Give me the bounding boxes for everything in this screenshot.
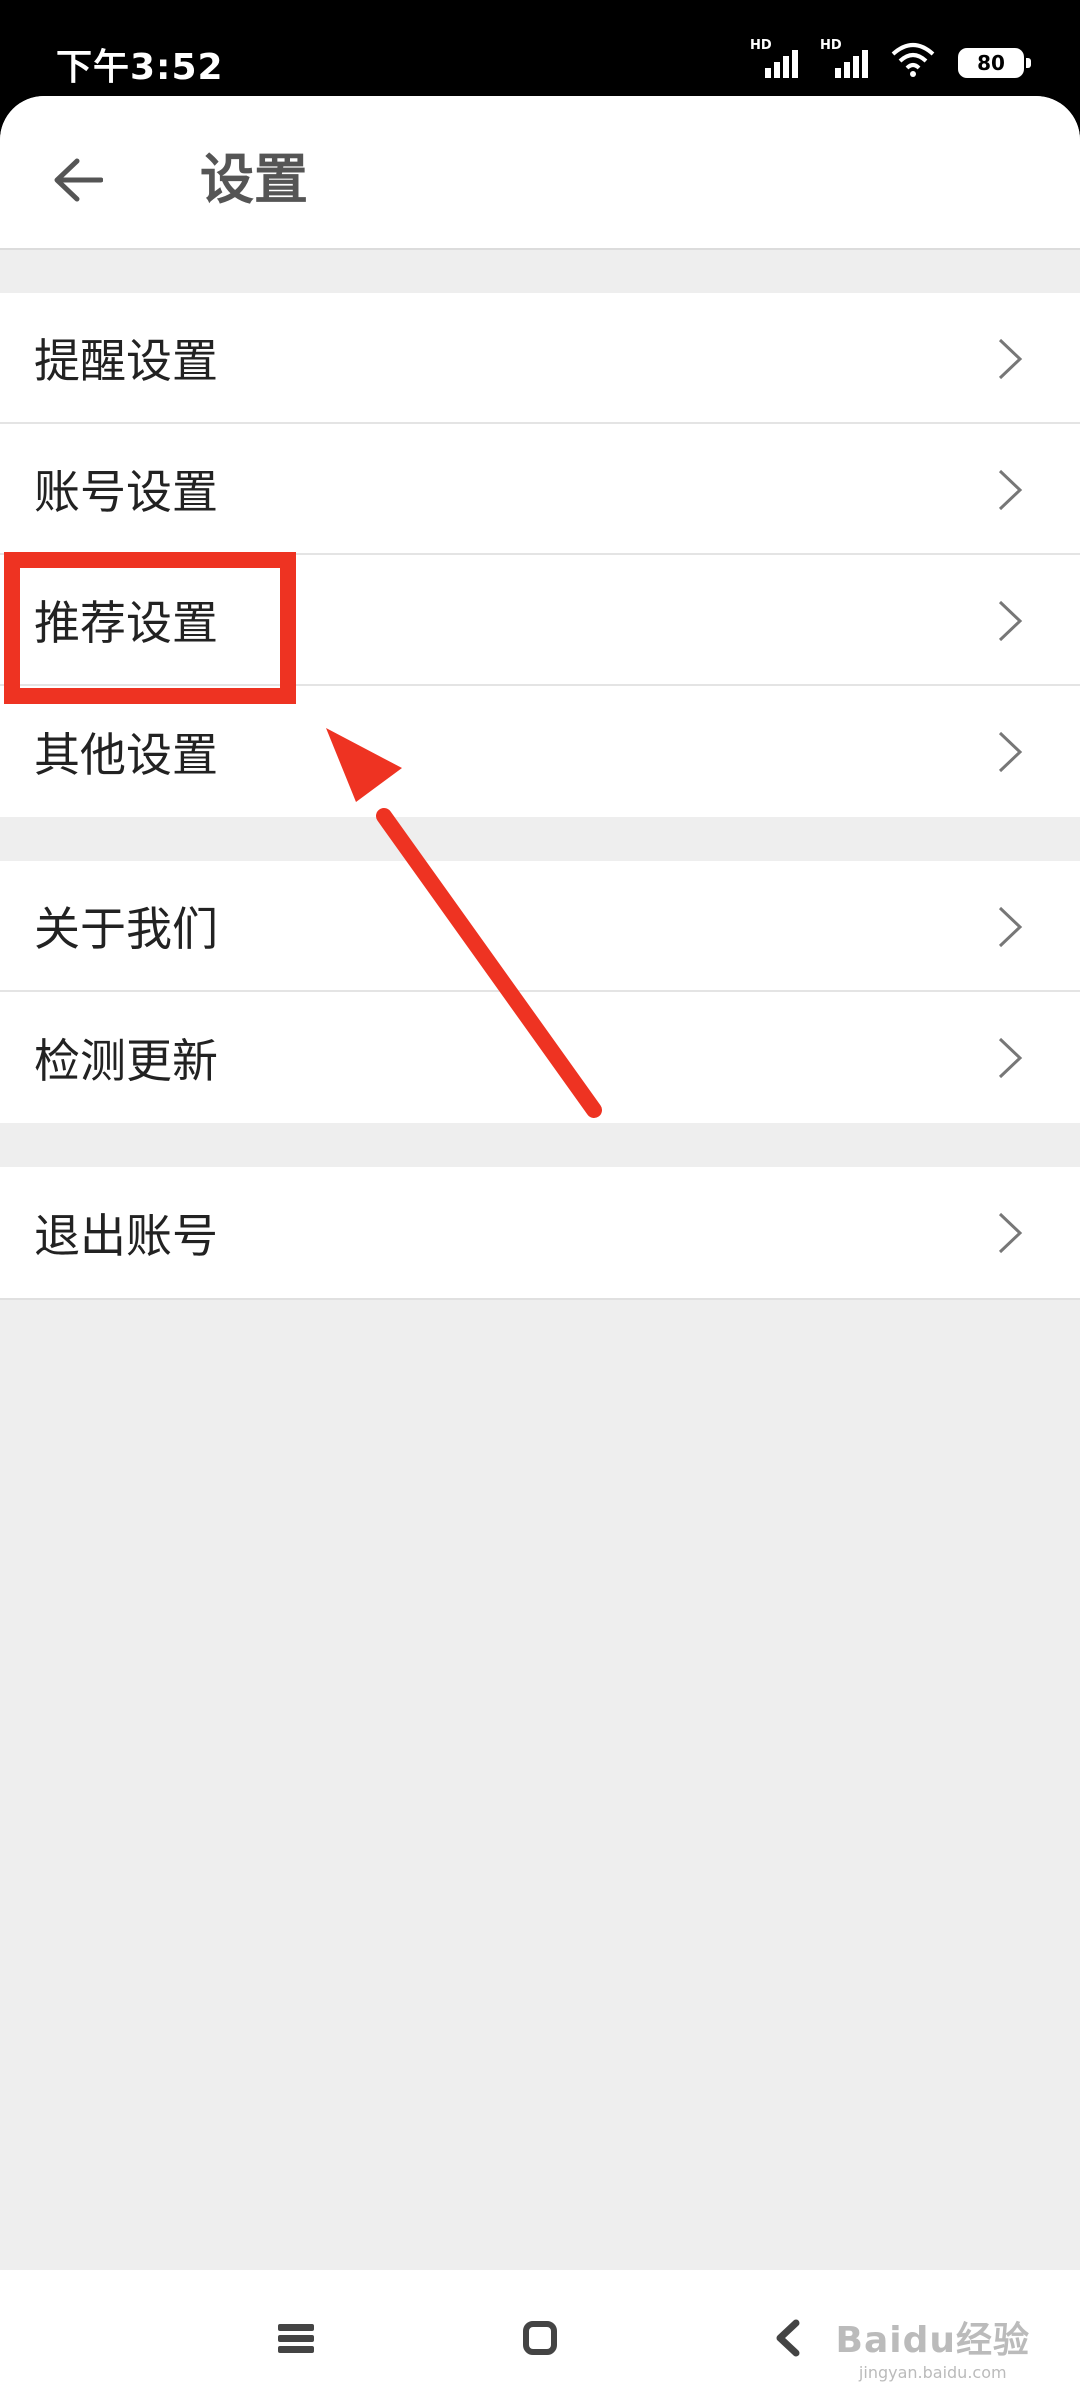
recent-apps-button[interactable] — [266, 2308, 326, 2368]
home-button[interactable] — [510, 2308, 570, 2368]
settings-screen: 设置 提醒设置 账号设置 推荐设置 其他设置 关于我们 检测更新 退出账号 Ba… — [0, 96, 1080, 2400]
wifi-icon — [891, 43, 935, 77]
battery-icon: 80 — [958, 48, 1031, 78]
watermark-url: jingyan.baidu.com — [858, 2363, 1007, 2382]
annotation-arrow-icon — [326, 728, 602, 1118]
cell-signal-icon: HD — [750, 38, 798, 78]
square-icon — [523, 2321, 557, 2355]
status-icons: HD HD 80 — [750, 38, 1031, 78]
system-navigation-bar: Baidu经验 jingyan.baidu.com — [0, 2270, 1080, 2400]
watermark-logo: Baidu经验 — [835, 2320, 1030, 2361]
back-nav-button[interactable] — [758, 2308, 818, 2368]
cell-signal-icon: HD — [820, 38, 868, 78]
menu-icon — [278, 2324, 314, 2353]
status-time: 下午3:52 — [56, 47, 224, 88]
status-bar: 下午3:52 HD HD 80 — [0, 0, 1080, 96]
watermark: Baidu经验 jingyan.baidu.com — [836, 2311, 1030, 2382]
chevron-left-icon — [776, 2319, 800, 2357]
